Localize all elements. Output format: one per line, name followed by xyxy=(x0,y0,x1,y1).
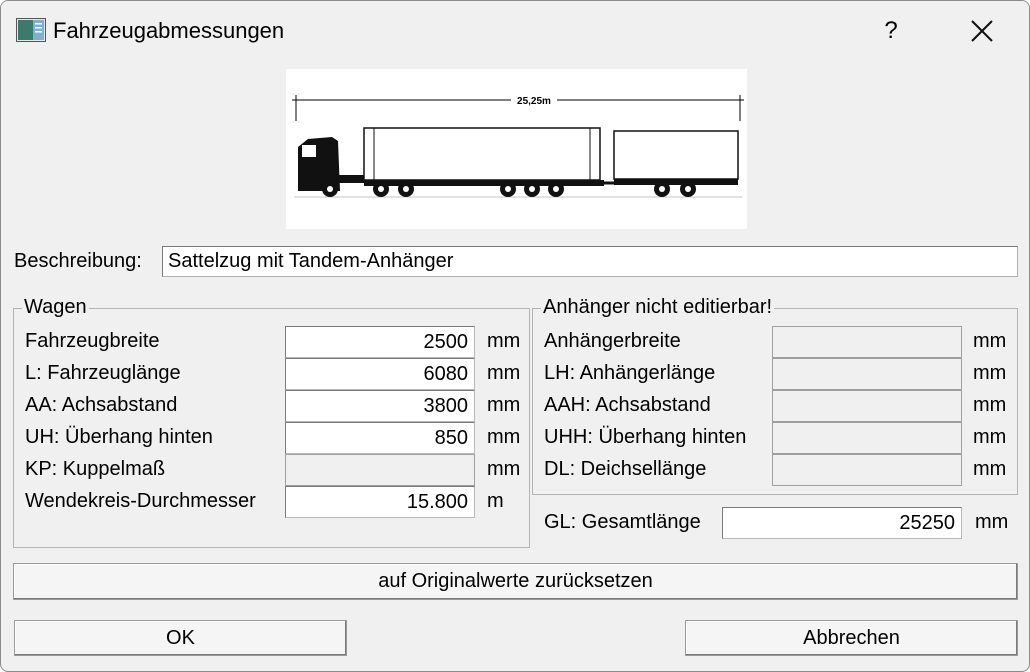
ueberhang-hinten-unit: mm xyxy=(487,426,521,448)
gesamtlaenge-input[interactable]: 25250 xyxy=(722,507,962,539)
anhaengerlaenge-label: LH: Anhängerlänge xyxy=(544,362,716,384)
wendekreis-unit: m xyxy=(487,490,504,512)
anhaenger-achsabstand-unit: mm xyxy=(973,394,1007,416)
fahrzeugbreite-unit: mm xyxy=(487,330,521,352)
kuppelmass-label: KP: Kuppelmaß xyxy=(25,458,166,480)
fahrzeuglaenge-label: L: Fahrzeuglänge xyxy=(25,362,181,384)
ueberhang-hinten-label: UH: Überhang hinten xyxy=(25,426,213,448)
app-window-icon xyxy=(16,18,46,42)
anhaenger-achsabstand-label: AAH: Achsabstand xyxy=(544,394,711,416)
anhaenger-ueberhang-unit: mm xyxy=(973,426,1007,448)
fahrzeuglaenge-input[interactable]: 6080 xyxy=(285,358,475,390)
deichsellaenge-unit: mm xyxy=(973,458,1007,480)
dimension-label: 25,25m xyxy=(517,96,551,107)
close-icon[interactable] xyxy=(955,9,1009,53)
fahrzeuglaenge-unit: mm xyxy=(487,362,521,384)
anhaengerlaenge-unit: mm xyxy=(973,362,1007,384)
window-title: Fahrzeugabmessungen xyxy=(53,18,285,43)
help-button[interactable]: ? xyxy=(865,9,917,53)
achsabstand-label: AA: Achsabstand xyxy=(25,394,178,416)
description-input[interactable] xyxy=(162,246,1018,277)
cancel-button[interactable]: Abbrechen xyxy=(685,620,1018,656)
description-label: Beschreibung: xyxy=(14,250,142,272)
achsabstand-unit: mm xyxy=(487,394,521,416)
anhaengerlaenge-input xyxy=(772,358,962,390)
anhaenger-ueberhang-input xyxy=(772,422,962,454)
reset-button[interactable]: auf Originalwerte zurücksetzen xyxy=(13,563,1018,600)
ok-button[interactable]: OK xyxy=(14,620,347,656)
deichsellaenge-label: DL: Deichsellänge xyxy=(544,458,707,480)
anhaengerbreite-unit: mm xyxy=(973,330,1007,352)
kuppelmass-input xyxy=(285,454,475,486)
dialog-window: Fahrzeugabmessungen ? 25,25m Beschreibun… xyxy=(0,0,1030,672)
anhaenger-ueberhang-label: UHH: Überhang hinten xyxy=(544,426,747,448)
wagen-group-title: Wagen xyxy=(22,296,89,319)
fahrzeugbreite-input[interactable]: 2500 xyxy=(285,326,475,358)
gesamtlaenge-label: GL: Gesamtlänge xyxy=(544,511,701,533)
gesamtlaenge-unit: mm xyxy=(975,511,1009,533)
title-bar: Fahrzeugabmessungen ? xyxy=(1,1,1029,61)
anhaenger-group-title: Anhänger nicht editierbar! xyxy=(541,296,775,319)
truck-with-trailer-icon: 25,25m xyxy=(286,69,747,229)
fahrzeugbreite-label: Fahrzeugbreite xyxy=(25,330,160,352)
deichsellaenge-input xyxy=(772,454,962,486)
wendekreis-label: Wendekreis-Durchmesser xyxy=(25,490,256,512)
achsabstand-input[interactable]: 3800 xyxy=(285,390,475,422)
anhaengerbreite-input xyxy=(772,326,962,358)
wendekreis-input[interactable]: 15.800 xyxy=(285,486,475,518)
anhaengerbreite-label: Anhängerbreite xyxy=(544,330,681,352)
anhaenger-achsabstand-input xyxy=(772,390,962,422)
kuppelmass-unit: mm xyxy=(487,458,521,480)
ueberhang-hinten-input[interactable]: 850 xyxy=(285,422,475,454)
